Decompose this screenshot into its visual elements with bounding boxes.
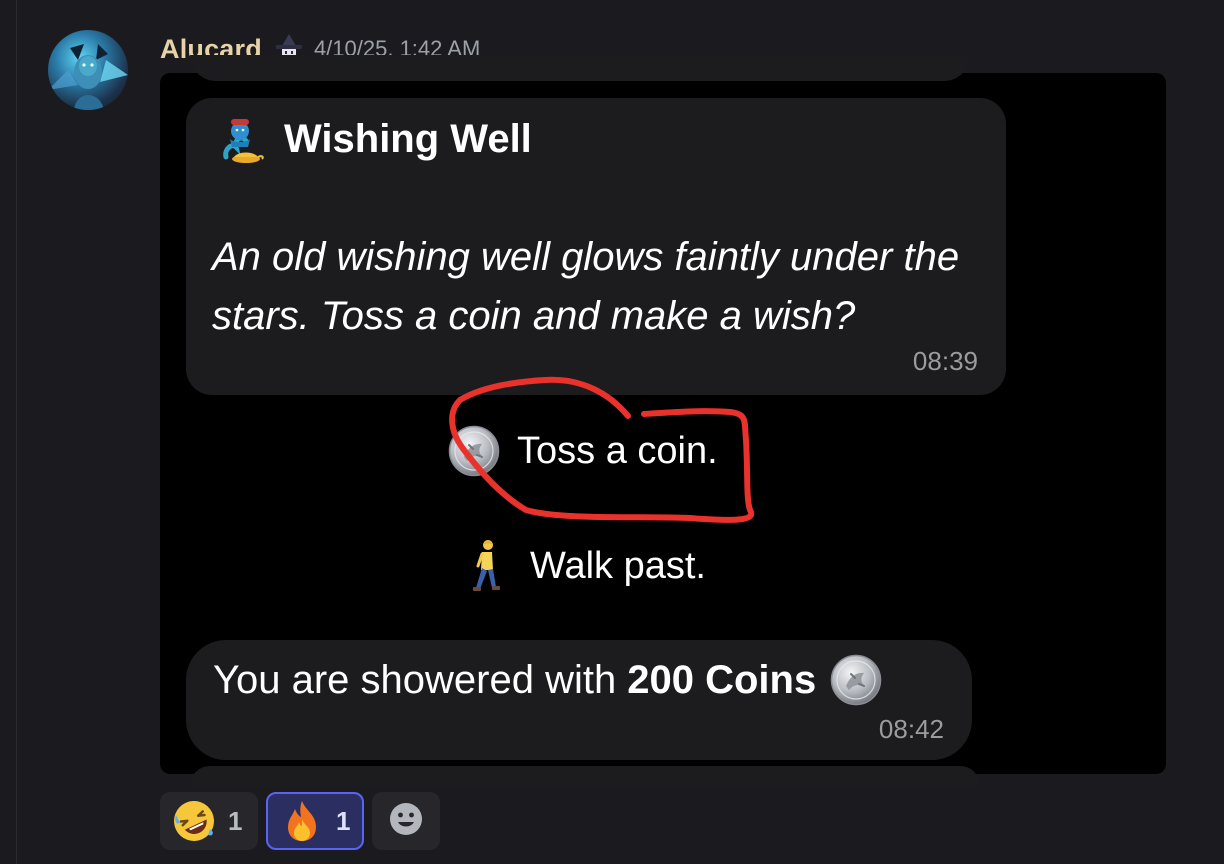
person-walking-icon	[466, 538, 506, 594]
add-reaction-smiley-icon	[388, 801, 424, 842]
choice-label: Toss a coin.	[517, 429, 718, 472]
reward-text: You are showered with	[213, 657, 617, 702]
card-title: Wishing Well	[284, 117, 532, 161]
choice-walk-past[interactable]: Walk past.	[466, 538, 706, 594]
choice-label: Walk past.	[530, 544, 706, 587]
reaction-count: 1	[228, 805, 243, 836]
reaction-count: 1	[336, 805, 351, 836]
add-reaction-button[interactable]	[372, 792, 440, 850]
coin-icon	[448, 425, 500, 477]
reward-amount: 200 Coins	[627, 657, 817, 702]
previous-bubble-edge	[190, 55, 970, 81]
reaction-rolling-laughing[interactable]: 1	[160, 792, 258, 850]
reaction-fire[interactable]: 1	[266, 792, 364, 850]
fire-icon	[280, 799, 324, 843]
channel-edge-line	[16, 0, 17, 864]
reward-time: 08:42	[878, 714, 944, 744]
reward-message: You are showered with 200 Coins	[213, 652, 882, 708]
genie-icon	[216, 113, 266, 165]
rolling-laughing-icon	[172, 799, 216, 843]
next-bubble-edge	[190, 766, 980, 786]
avatar[interactable]	[48, 30, 128, 110]
card-time: 08:39	[912, 346, 978, 376]
choice-toss-coin[interactable]: Toss a coin.	[448, 425, 718, 477]
card-body: An old wishing well glows faintly under …	[212, 235, 960, 338]
coin-icon	[830, 654, 882, 706]
